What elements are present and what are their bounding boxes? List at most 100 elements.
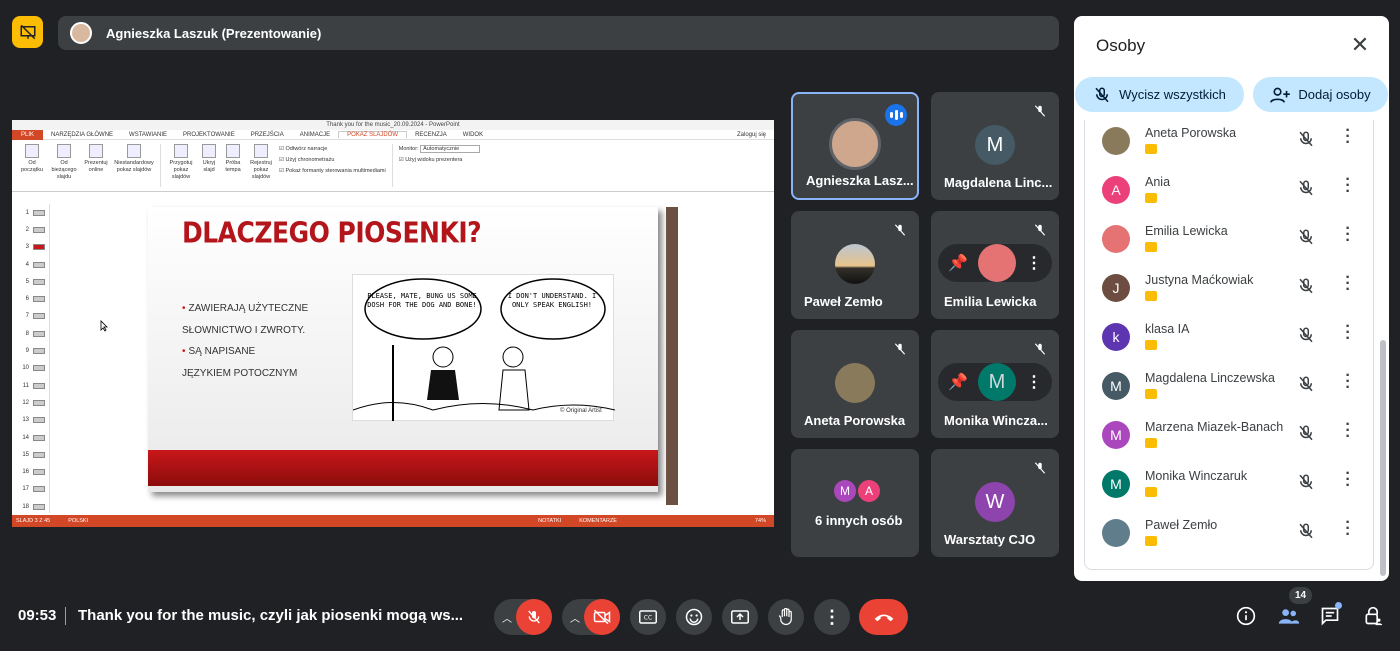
avatar: A xyxy=(858,480,880,502)
ribbon-label: Ukryj slajd xyxy=(202,160,216,173)
reactions-button[interactable] xyxy=(676,599,712,635)
camera-control[interactable]: ︿ xyxy=(562,599,620,635)
participant-row[interactable]: M Monika Winczaruk · · · xyxy=(1085,465,1373,514)
mic-off-icon xyxy=(1031,340,1049,358)
participant-tile[interactable]: Agnieszka Lasz... xyxy=(791,92,919,200)
participant-name: Ania xyxy=(1145,175,1171,189)
slide-thumbnail[interactable]: 14 xyxy=(12,429,49,446)
ppt-ribbon: Od początku Od bieżącego slajdu Prezentu… xyxy=(12,140,774,192)
others-label: 6 innych osób xyxy=(815,513,903,528)
closed-caption-icon: CC xyxy=(639,610,657,624)
ribbon-label: Niestandardowy pokaz slajdów xyxy=(114,160,154,173)
participant-tile[interactable]: W Warsztaty CJO xyxy=(931,449,1059,557)
present-button[interactable] xyxy=(722,599,758,635)
captions-button[interactable]: CC xyxy=(630,599,666,635)
status-comments: KOMENTARZE xyxy=(579,518,617,524)
slide-thumbnail[interactable]: 6 xyxy=(12,290,49,307)
slide-thumbnail[interactable]: 15 xyxy=(12,446,49,463)
avatar xyxy=(1102,127,1130,155)
meeting-info-button[interactable] xyxy=(1234,604,1258,628)
ribbon-label: Rejestruj pokaz slajdów xyxy=(250,160,272,180)
participant-row[interactable]: J Justyna Maćkowiak · · · xyxy=(1085,269,1373,318)
divider xyxy=(65,607,66,625)
participant-row[interactable]: Emilia Lewicka · · · xyxy=(1085,220,1373,269)
participant-row[interactable]: Aneta Porowska · · · xyxy=(1085,122,1373,171)
chevron-up-icon[interactable]: ︿ xyxy=(502,610,512,625)
slide-thumbnail[interactable]: 13 xyxy=(12,412,49,429)
slide-thumbnail[interactable]: 8 xyxy=(12,325,49,342)
svg-text:CC: CC xyxy=(644,615,652,622)
more-vert-icon[interactable]: · · · xyxy=(1343,172,1353,200)
mic-off-icon xyxy=(1297,375,1315,398)
slide-thumbnail[interactable]: 2 xyxy=(12,221,49,238)
slide-thumbnail[interactable]: 5 xyxy=(12,273,49,290)
ribbon-check: Pokaż formanty sterowania multimediami xyxy=(285,168,386,174)
participant-name: Monika Winczaruk xyxy=(1145,469,1248,483)
slide-thumbnail[interactable]: 9 xyxy=(12,342,49,359)
slide-thumbnail[interactable]: 16 xyxy=(12,463,49,480)
slide-thumbnail[interactable]: 7 xyxy=(12,308,49,325)
stop-presenting-button[interactable] xyxy=(12,16,43,48)
more-options-button[interactable]: ⋮ xyxy=(814,599,850,635)
ppt-tab: PROJEKTOWANIE xyxy=(183,131,235,138)
participant-row[interactable]: M Marzena Miazek-Banach · · · xyxy=(1085,416,1373,465)
mute-all-button[interactable]: Wycisz wszystkich xyxy=(1075,77,1244,112)
more-vert-icon[interactable]: · · · xyxy=(1343,466,1353,494)
more-options-icon[interactable]: ⋮ xyxy=(1026,372,1042,392)
mic-control[interactable]: ︿ xyxy=(494,599,552,635)
more-options-icon[interactable]: ⋮ xyxy=(1026,253,1042,273)
slide-thumbnail[interactable]: 3 xyxy=(12,239,49,256)
slide-number: 17 xyxy=(22,486,29,493)
participant-tile[interactable]: Paweł Zemło xyxy=(791,211,919,319)
close-icon[interactable]: ✕ xyxy=(1349,32,1371,57)
chevron-up-icon[interactable]: ︿ xyxy=(570,610,580,625)
leave-call-button[interactable] xyxy=(859,599,908,635)
participant-row[interactable]: k klasa IA · · · xyxy=(1085,318,1373,367)
participant-row[interactable]: M Magdalena Linczewska · · · xyxy=(1085,367,1373,416)
participant-row[interactable]: A Ania · · · xyxy=(1085,171,1373,220)
participant-name: Magdalena Linc... xyxy=(944,175,1053,190)
raise-hand-button[interactable] xyxy=(768,599,804,635)
ribbon-label: Od bieżącego slajdu xyxy=(51,160,77,180)
slide-thumbnail[interactable]: 10 xyxy=(12,360,49,377)
slide-number: 3 xyxy=(25,244,29,251)
others-tile[interactable]: M A 6 innych osób xyxy=(791,449,919,557)
slide-thumbnail[interactable]: 11 xyxy=(12,377,49,394)
participant-name: Emilia Lewicka xyxy=(1145,224,1228,238)
chat-button[interactable] xyxy=(1318,602,1342,628)
more-vert-icon[interactable]: · · · xyxy=(1343,368,1353,396)
scrollbar[interactable] xyxy=(1380,340,1386,576)
slide-number: 14 xyxy=(22,434,29,441)
slide-thumbnail[interactable]: 18 xyxy=(12,498,49,515)
pin-icon[interactable]: 📌 xyxy=(948,253,968,273)
camera-toggle-button[interactable] xyxy=(584,599,620,635)
slide-thumbnail[interactable]: 17 xyxy=(12,481,49,498)
pin-icon[interactable]: 📌 xyxy=(948,372,968,392)
more-vert-icon[interactable]: · · · xyxy=(1343,270,1353,298)
avatar: J xyxy=(1102,274,1130,302)
more-vert-icon[interactable]: · · · xyxy=(1343,221,1353,249)
participant-tile[interactable]: 📌 ⋮ Emilia Lewicka xyxy=(931,211,1059,319)
videocam-off-icon xyxy=(593,609,611,625)
add-people-button[interactable]: Dodaj osoby xyxy=(1253,77,1388,112)
ppt-tab: POKAZ SLAJDÓW xyxy=(338,131,408,138)
more-vert-icon[interactable]: · · · xyxy=(1343,515,1353,543)
participant-tile[interactable]: 📌 M ⋮ Monika Wincza... xyxy=(931,330,1059,438)
more-vert-icon[interactable]: · · · xyxy=(1343,319,1353,347)
more-vert-icon[interactable]: · · · xyxy=(1343,123,1353,151)
participant-row[interactable]: Paweł Zemło · · · xyxy=(1085,514,1373,563)
slide-thumbnail[interactable]: 1 xyxy=(12,204,49,221)
host-controls-button[interactable] xyxy=(1361,604,1385,628)
slide-thumbnail[interactable]: 4 xyxy=(12,256,49,273)
slide-thumbnail[interactable]: 12 xyxy=(12,394,49,411)
participant-tile[interactable]: Aneta Porowska xyxy=(791,330,919,438)
people-panel: Osoby ✕ Wycisz wszystkich Dodaj osoby An… xyxy=(1074,16,1389,581)
presentation-icon xyxy=(1145,536,1157,546)
speech-bubble-2: I DON'T UNDERSTAND. I ONLY SPEAK ENGLISH… xyxy=(507,292,597,309)
mic-off-icon xyxy=(1031,221,1049,239)
slide-body: • ZAWIERAJĄ UŻYTECZNE SŁOWNICTWO I ZWROTY… xyxy=(182,303,309,379)
mic-toggle-button[interactable] xyxy=(516,599,552,635)
participant-tile[interactable]: M Magdalena Linc... xyxy=(931,92,1059,200)
more-vert-icon[interactable]: · · · xyxy=(1343,417,1353,445)
people-button[interactable] xyxy=(1277,604,1301,628)
